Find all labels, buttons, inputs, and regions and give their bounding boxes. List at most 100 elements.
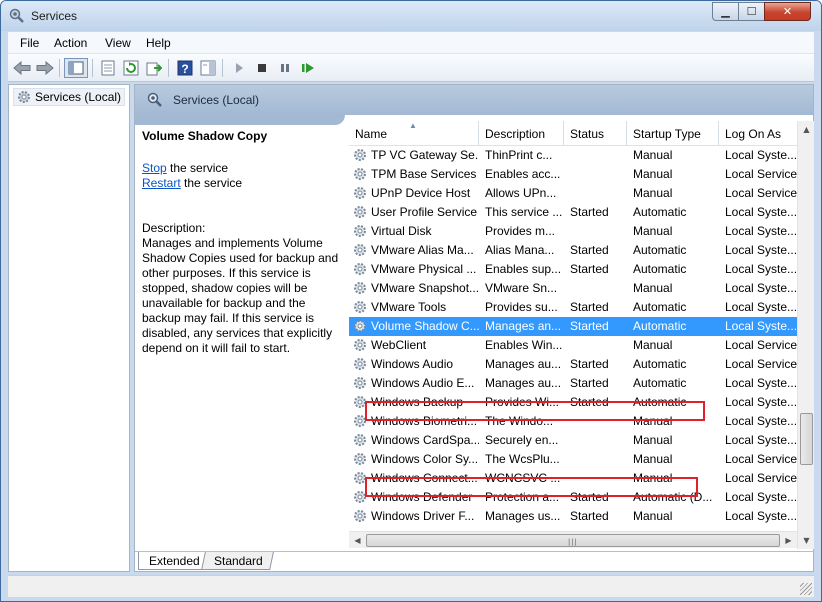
services-list: ▲ Name Description Status Startup Type L… bbox=[349, 121, 797, 549]
table-row[interactable]: Windows Connect... WCNCSVC ... Manual Local… bbox=[349, 469, 797, 488]
service-name: Virtual Disk bbox=[371, 224, 432, 238]
pane-header: Services (Local) bbox=[135, 85, 813, 115]
service-log-on-as: Local Syste... bbox=[725, 281, 797, 295]
scroll-right-icon[interactable]: ▶ bbox=[780, 532, 797, 549]
service-description: Securely en... bbox=[485, 433, 559, 447]
menu-help[interactable]: Help bbox=[146, 36, 171, 50]
show-tree-icon[interactable] bbox=[64, 58, 88, 78]
table-row[interactable]: Windows CardSpa... Securely en... Manual Lo… bbox=[349, 431, 797, 450]
status-bar bbox=[8, 575, 814, 597]
gear-icon bbox=[353, 395, 368, 410]
tree-item-label: Services (Local) bbox=[35, 90, 122, 104]
service-description: Provides su... bbox=[485, 300, 558, 314]
help-icon[interactable]: ? bbox=[175, 58, 195, 78]
table-row[interactable]: VMware Alias Ma... Alias Mana... Started Au… bbox=[349, 241, 797, 260]
menu-action[interactable]: Action bbox=[54, 36, 87, 50]
restart-service-link[interactable]: Restart bbox=[142, 176, 181, 190]
title-bar[interactable]: Services ▁ ☐ ✕ bbox=[1, 1, 821, 31]
stop-service-icon[interactable] bbox=[252, 58, 272, 78]
service-description: Manages us... bbox=[485, 509, 561, 523]
table-row[interactable]: Virtual Disk Provides m... Manual Local Sys… bbox=[349, 222, 797, 241]
start-service-icon[interactable] bbox=[229, 58, 249, 78]
service-status: Started bbox=[570, 300, 609, 314]
column-header-log-on-as[interactable]: Log On As bbox=[719, 121, 797, 145]
maximize-button[interactable]: ☐ bbox=[738, 2, 765, 21]
table-row[interactable]: VMware Physical ... Enables sup... Started… bbox=[349, 260, 797, 279]
properties-icon[interactable] bbox=[98, 58, 118, 78]
service-startup-type: Manual bbox=[633, 338, 673, 352]
table-row[interactable]: Windows Backup Provides Wi... Started Autom… bbox=[349, 393, 797, 412]
gear-icon bbox=[353, 262, 368, 277]
column-header-name[interactable]: ▲ Name bbox=[349, 121, 479, 145]
menu-file[interactable]: File bbox=[20, 36, 39, 50]
table-row[interactable]: Windows Color Sy... The WcsPlu... Manual Lo… bbox=[349, 450, 797, 469]
gear-icon bbox=[353, 433, 368, 448]
service-status: Started bbox=[570, 490, 609, 504]
scroll-down-icon[interactable]: ▼ bbox=[798, 532, 815, 549]
show-hide-action-pane-icon[interactable] bbox=[198, 58, 218, 78]
vertical-scrollbar[interactable]: ▲ ▼ bbox=[797, 121, 814, 549]
column-header-description[interactable]: Description bbox=[479, 121, 564, 145]
tab-standard[interactable]: Standard bbox=[201, 552, 274, 570]
service-name: VMware Alias Ma... bbox=[371, 243, 474, 257]
menu-bar: File Action View Help bbox=[8, 32, 814, 54]
service-log-on-as: Local Service bbox=[725, 471, 797, 485]
service-status: Started bbox=[570, 262, 609, 276]
minimize-button[interactable]: ▁ bbox=[712, 2, 739, 21]
close-button[interactable]: ✕ bbox=[764, 2, 811, 21]
view-tabs: Extended Standard bbox=[135, 551, 813, 571]
service-description: Protection a... bbox=[485, 490, 560, 504]
table-row[interactable]: User Profile Service This service ... Star… bbox=[349, 203, 797, 222]
gear-icon bbox=[353, 186, 368, 201]
table-row[interactable]: Windows Audio E... Manages au... Started Au… bbox=[349, 374, 797, 393]
table-row[interactable]: VMware Tools Provides su... Started Automat… bbox=[349, 298, 797, 317]
table-row[interactable]: TPM Base Services Enables acc... Manual Loc… bbox=[349, 165, 797, 184]
scroll-left-icon[interactable]: ◀ bbox=[349, 532, 366, 549]
service-log-on-as: Local Service bbox=[725, 186, 797, 200]
table-row[interactable]: TP VC Gateway Se... ThinPrint c... Manual L… bbox=[349, 146, 797, 165]
column-header-startup-type[interactable]: Startup Type bbox=[627, 121, 719, 145]
scroll-up-icon[interactable]: ▲ bbox=[798, 121, 815, 138]
service-startup-type: Automatic bbox=[633, 319, 687, 333]
table-row[interactable]: Volume Shadow C... Manages an... Started Au… bbox=[349, 317, 797, 336]
service-startup-type: Manual bbox=[633, 167, 673, 181]
refresh-icon[interactable] bbox=[121, 58, 141, 78]
table-row[interactable]: Windows Defender Protection a... Started Au… bbox=[349, 488, 797, 507]
service-startup-type: Automatic bbox=[633, 205, 687, 219]
table-row[interactable]: Windows Biometri... The Windo... Manual Loc… bbox=[349, 412, 797, 431]
service-log-on-as: Local Syste... bbox=[725, 224, 797, 238]
restart-service-icon[interactable] bbox=[298, 58, 318, 78]
tab-extended[interactable]: Extended bbox=[138, 552, 209, 570]
service-log-on-as: Local Syste... bbox=[725, 490, 797, 504]
service-startup-type: Manual bbox=[633, 281, 673, 295]
horizontal-scroll-thumb[interactable]: ||| bbox=[366, 534, 780, 547]
service-log-on-as: Local Service bbox=[725, 167, 797, 181]
service-name: Windows Connect... bbox=[371, 471, 478, 485]
window-title: Services bbox=[31, 9, 78, 23]
gear-icon bbox=[18, 91, 30, 103]
service-startup-type: Manual bbox=[633, 452, 673, 466]
table-row[interactable]: VMware Snapshot... VMware Sn... Manual Loca… bbox=[349, 279, 797, 298]
resize-grip[interactable] bbox=[800, 583, 812, 595]
table-row[interactable]: Windows Driver F... Manages us... Started M… bbox=[349, 507, 797, 526]
pause-service-icon[interactable] bbox=[275, 58, 295, 78]
gear-icon bbox=[353, 319, 368, 334]
horizontal-scrollbar[interactable]: ◀ ||| ▶ bbox=[349, 531, 797, 548]
table-row[interactable]: Windows Audio Manages au... Started Automat… bbox=[349, 355, 797, 374]
table-row[interactable]: WebClient Enables Win... Manual Local Servi… bbox=[349, 336, 797, 355]
service-name: Windows Audio E... bbox=[371, 376, 475, 390]
export-icon[interactable] bbox=[144, 58, 164, 78]
service-log-on-as: Local Service bbox=[725, 357, 797, 371]
table-row[interactable]: UPnP Device Host Allows UPn... Manual Local… bbox=[349, 184, 797, 203]
menu-view[interactable]: View bbox=[105, 36, 131, 50]
tree-item-services-local[interactable]: Services (Local) bbox=[13, 88, 126, 106]
vertical-scroll-thumb[interactable] bbox=[800, 413, 813, 465]
column-header-status[interactable]: Status bbox=[564, 121, 627, 145]
back-icon[interactable] bbox=[12, 58, 32, 78]
gear-icon bbox=[353, 471, 368, 486]
service-name: Windows Color Sy... bbox=[371, 452, 479, 466]
service-description: Enables Win... bbox=[485, 338, 563, 352]
forward-icon[interactable] bbox=[35, 58, 55, 78]
stop-service-link[interactable]: Stop bbox=[142, 161, 167, 175]
gear-icon bbox=[353, 357, 368, 372]
